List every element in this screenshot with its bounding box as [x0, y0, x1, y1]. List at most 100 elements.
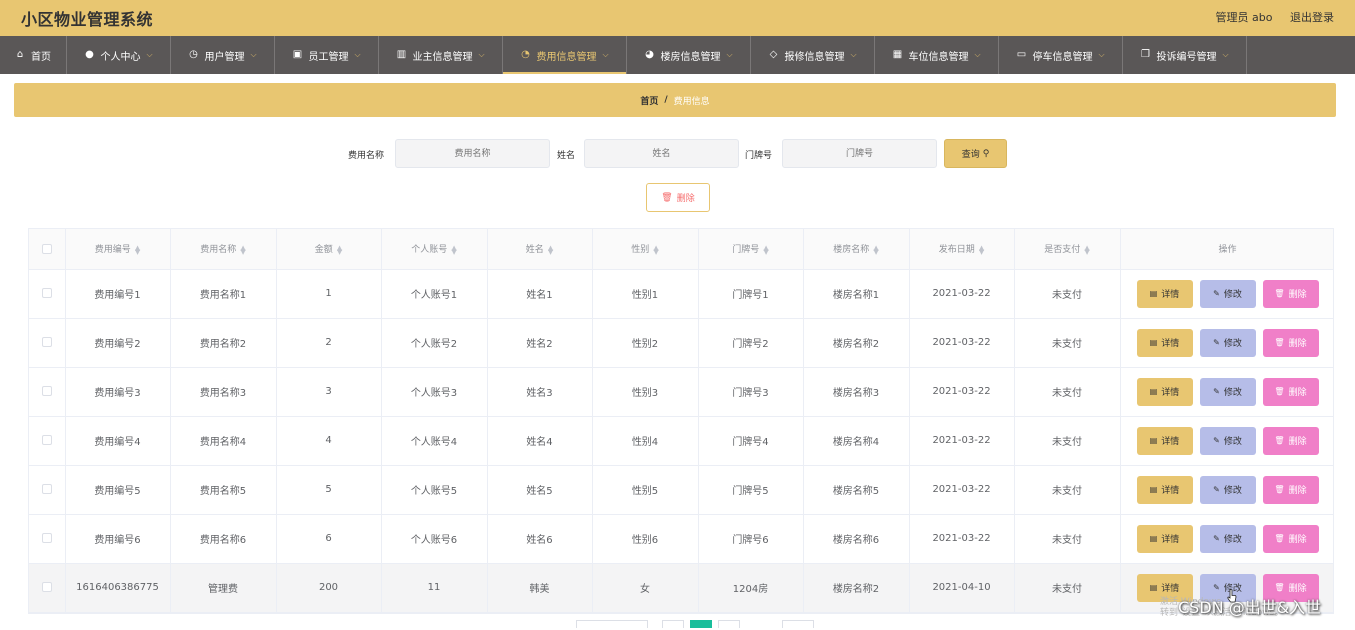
delete-button[interactable]: 🗑 删除 — [1262, 328, 1319, 357]
column-header[interactable]: 门牌号 ▲ ▼ — [698, 229, 804, 270]
nav-item-0[interactable]: ⌂ 首页 — [0, 36, 67, 74]
nav-item-7[interactable]: ◇ 报修信息管理 ⌵ — [751, 36, 875, 74]
edit-button[interactable]: ✎ 修改 — [1199, 426, 1256, 455]
table-cell: 楼房名称4 — [803, 416, 910, 466]
column-header[interactable]: 性别 ▲ ▼ — [592, 229, 699, 270]
table-cell: 性别2 — [592, 318, 699, 368]
nav-item-2[interactable]: ◷ 用户管理 ⌵ — [171, 36, 275, 74]
prev-page-button[interactable] — [662, 620, 684, 628]
sort-icon[interactable]: ▲ ▼ — [135, 244, 140, 255]
nav-item-3[interactable]: ▣ 员工管理 ⌵ — [275, 36, 379, 74]
fee-name-input[interactable] — [395, 139, 550, 168]
edit-button[interactable]: ✎ 修改 — [1199, 328, 1256, 357]
table-cell: 楼房名称6 — [803, 514, 910, 564]
row-select-cell — [29, 465, 66, 515]
delete-button[interactable]: 🗑 删除 — [1262, 524, 1319, 553]
delete-button[interactable]: 🗑 删除 — [1262, 279, 1319, 308]
nav-item-5[interactable]: ◔ 费用信息管理 ⌵ — [503, 36, 627, 74]
detail-button[interactable]: ▤ 详情 — [1136, 377, 1193, 406]
detail-label: 详情 — [1161, 486, 1180, 496]
query-button[interactable]: 查询 ⚲ — [944, 139, 1007, 168]
document-icon: ▤ — [1149, 289, 1158, 298]
row-checkbox[interactable] — [41, 288, 52, 298]
trash-icon: 🗑 — [1274, 583, 1285, 592]
chevron-down-icon: ⌵ — [478, 50, 485, 59]
document-icon: ▤ — [1149, 485, 1158, 494]
nav-item-1[interactable]: ● 个人中心 ⌵ — [67, 36, 171, 74]
detail-button[interactable]: ▤ 详情 — [1136, 475, 1193, 504]
column-header[interactable]: 发布日期 ▲ ▼ — [909, 229, 1015, 270]
delete-button[interactable]: 🗑 删除 — [1262, 475, 1319, 504]
name-input[interactable] — [584, 139, 739, 168]
sort-icon[interactable]: ▲ ▼ — [873, 244, 878, 255]
row-checkbox[interactable] — [41, 484, 52, 494]
nav-item-label: 报修信息管理 — [784, 51, 845, 63]
column-header[interactable]: 金额 ▲ ▼ — [276, 229, 382, 270]
sort-icon[interactable]: ▲ ▼ — [1084, 244, 1089, 255]
sort-icon[interactable]: ▲ ▼ — [451, 244, 456, 255]
table-cell: 管理费 — [170, 563, 277, 613]
sort-icon[interactable]: ▲ ▼ — [653, 244, 658, 255]
row-checkbox[interactable] — [41, 533, 52, 543]
next-page-button[interactable] — [718, 620, 740, 628]
sort-icon[interactable]: ▲ ▼ — [979, 244, 984, 255]
top-header: 小区物业管理系统 管理员 abo 退出登录 — [0, 0, 1355, 36]
column-header[interactable]: 个人账号 ▲ ▼ — [381, 229, 488, 270]
breadcrumb-home[interactable]: 首页 — [640, 94, 658, 107]
table-cell: 姓名5 — [487, 465, 593, 515]
sort-icon[interactable]: ▲ ▼ — [337, 244, 342, 255]
nav-item-8[interactable]: ▦ 车位信息管理 ⌵ — [875, 36, 999, 74]
row-checkbox[interactable] — [41, 435, 52, 445]
fee-table: 费用编号 ▲ ▼ 费用名称 ▲ ▼ 金额 ▲ ▼ 个人账号 ▲ ▼ 姓名 ▲ ▼ 性别 ▲ ▼ 门牌号 ▲ ▼ 楼房名称 ▲… — [28, 228, 1334, 614]
sort-icon[interactable]: ▲ ▼ — [548, 244, 553, 255]
logout-link[interactable]: 退出登录 — [1290, 11, 1334, 24]
table-row: 费用编号3 费用名称3 3 个人账号3 姓名3 性别3 门牌号3 楼房名称3 2021-03-2… — [29, 367, 1333, 417]
edit-button[interactable]: ✎ 修改 — [1199, 524, 1256, 553]
edit-button[interactable]: ✎ 修改 — [1199, 475, 1256, 504]
row-checkbox[interactable] — [41, 386, 52, 396]
page-button-current[interactable] — [690, 620, 712, 628]
app-title: 小区物业管理系统 — [21, 10, 154, 29]
nav-item-10[interactable]: ❐ 投诉编号管理 ⌵ — [1123, 36, 1247, 74]
nav-item-9[interactable]: ▭ 停车信息管理 ⌵ — [999, 36, 1123, 74]
column-header: 操作 — [1120, 229, 1333, 270]
nav-item-6[interactable]: ◕ 楼房信息管理 ⌵ — [627, 36, 751, 74]
column-header[interactable]: 是否支付 ▲ ▼ — [1014, 229, 1121, 270]
door-number-input[interactable] — [782, 139, 937, 168]
table-cell: 2021-03-22 — [909, 269, 1015, 319]
select-all-checkbox[interactable] — [41, 243, 52, 254]
edit-button[interactable]: ✎ 修改 — [1199, 279, 1256, 308]
column-header[interactable]: 姓名 ▲ ▼ — [487, 229, 593, 270]
select-all-cell — [29, 229, 66, 270]
column-header-label: 楼房名称 — [833, 245, 870, 256]
nav-item-4[interactable]: ▥ 业主信息管理 ⌵ — [379, 36, 503, 74]
detail-label: 详情 — [1161, 388, 1180, 398]
edit-button[interactable]: ✎ 修改 — [1199, 377, 1256, 406]
column-header[interactable]: 费用编号 ▲ ▼ — [65, 229, 171, 270]
chevron-down-icon: ⌵ — [726, 50, 733, 59]
row-checkbox[interactable] — [41, 582, 52, 592]
table-cell: 性别6 — [592, 514, 699, 564]
sort-icon[interactable]: ▲ ▼ — [240, 244, 245, 255]
delete-button[interactable]: 🗑 删除 — [1262, 377, 1319, 406]
page-size-select[interactable] — [576, 620, 648, 628]
row-checkbox[interactable] — [41, 337, 52, 347]
table-cell: 未支付 — [1014, 416, 1121, 466]
column-header[interactable]: 楼房名称 ▲ ▼ — [803, 229, 910, 270]
delete-button[interactable]: 🗑 删除 — [1262, 426, 1319, 455]
edit-label: 修改 — [1223, 290, 1242, 300]
table-cell: 未支付 — [1014, 269, 1121, 319]
detail-label: 详情 — [1161, 437, 1180, 447]
table-cell: 1616406386775 — [65, 563, 171, 613]
detail-button[interactable]: ▤ 详情 — [1136, 524, 1193, 553]
detail-button[interactable]: ▤ 详情 — [1136, 279, 1193, 308]
sort-icon[interactable]: ▲ ▼ — [763, 244, 768, 255]
table-cell: 费用编号2 — [65, 318, 171, 368]
row-select-cell — [29, 416, 66, 466]
detail-button[interactable]: ▤ 详情 — [1136, 426, 1193, 455]
detail-button[interactable]: ▤ 详情 — [1136, 328, 1193, 357]
column-header[interactable]: 费用名称 ▲ ▼ — [170, 229, 277, 270]
table-cell: 5 — [276, 465, 382, 515]
page-jump-input[interactable] — [782, 620, 814, 628]
batch-delete-button[interactable]: 🗑 删除 — [646, 183, 710, 212]
